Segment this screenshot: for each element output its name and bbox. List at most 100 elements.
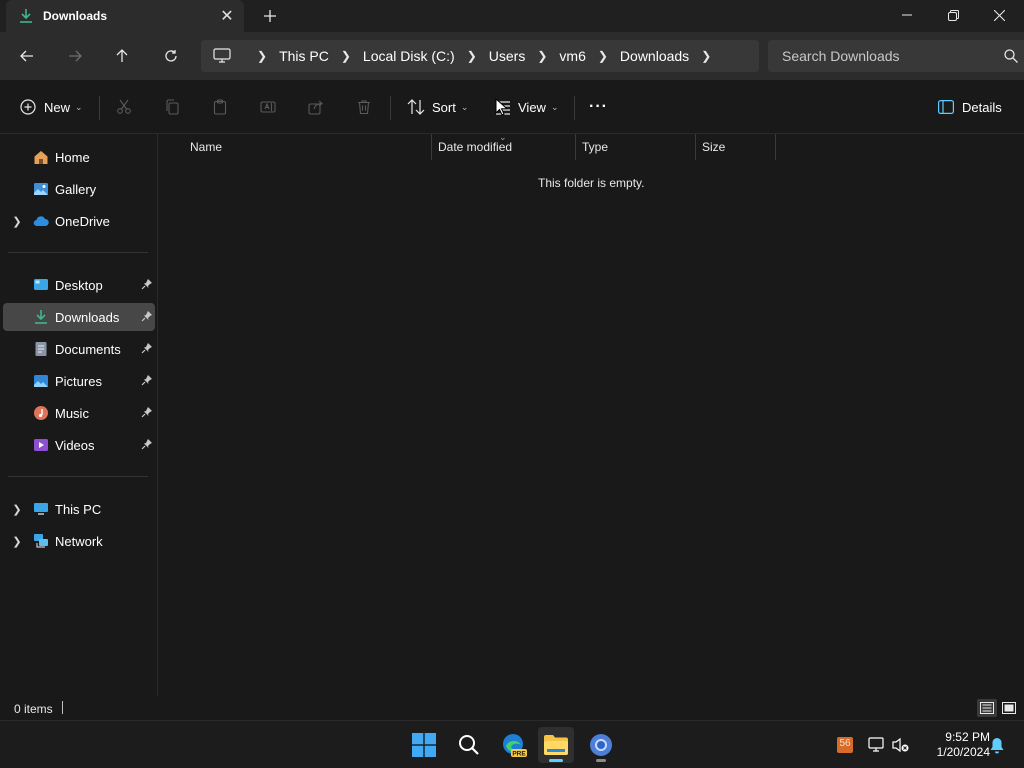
pin-icon[interactable] — [141, 310, 153, 322]
chevron-right-icon[interactable]: ❯ — [11, 535, 23, 548]
column-label: Size — [702, 140, 726, 154]
divider — [390, 96, 391, 120]
nav-item-this-pc[interactable]: ❯ This PC — [3, 495, 155, 523]
arrow-up-icon — [116, 49, 128, 62]
paste-button[interactable] — [212, 94, 228, 120]
document-icon — [35, 342, 47, 356]
divider — [8, 252, 148, 253]
chevron-right-icon[interactable]: ❯ — [537, 49, 547, 63]
breadcrumb-downloads[interactable]: Downloads — [620, 48, 689, 64]
nav-label: OneDrive — [55, 214, 110, 229]
start-button[interactable] — [406, 727, 442, 763]
column-header-type[interactable]: Type — [576, 134, 696, 160]
more-options-button[interactable]: ··· — [589, 94, 608, 120]
minimize-button[interactable] — [884, 0, 930, 30]
delete-button[interactable] — [356, 94, 372, 120]
speaker-muted-icon — [892, 737, 909, 753]
breadcrumb-users[interactable]: Users — [489, 48, 526, 64]
chevron-right-icon[interactable]: ❯ — [11, 503, 23, 516]
notifications-button[interactable] — [988, 736, 1006, 754]
music-icon — [34, 406, 48, 420]
tiles-view-icon — [1002, 702, 1016, 714]
nav-item-videos[interactable]: Videos — [3, 431, 155, 459]
search-button[interactable] — [451, 727, 487, 763]
up-button[interactable] — [108, 42, 136, 70]
forward-button[interactable] — [61, 42, 89, 70]
taskbar-chrome[interactable] — [583, 727, 619, 763]
gallery-icon — [34, 183, 48, 195]
chevron-right-icon[interactable]: ❯ — [341, 49, 351, 63]
tray-app-icon[interactable]: 56 — [836, 736, 854, 754]
cloud-icon — [33, 216, 49, 227]
column-header-size[interactable]: Size — [696, 134, 776, 160]
address-bar[interactable]: ❯ This PC ❯ Local Disk (C:) ❯ Users ❯ vm… — [201, 40, 759, 72]
close-window-button[interactable] — [976, 0, 1022, 30]
pin-icon[interactable] — [141, 406, 153, 418]
rename-icon — [260, 101, 276, 113]
search-icon[interactable] — [1004, 49, 1018, 63]
cut-button[interactable] — [116, 94, 132, 120]
chevron-right-icon[interactable]: ❯ — [467, 49, 477, 63]
network-status-icon[interactable] — [868, 736, 886, 754]
close-tab-icon[interactable]: ✕ — [218, 7, 236, 25]
plus-icon — [264, 10, 276, 22]
breadcrumb-local-disk[interactable]: Local Disk (C:) — [363, 48, 455, 64]
pin-icon[interactable] — [141, 342, 153, 354]
nav-label: Gallery — [55, 182, 97, 197]
network-icon — [34, 534, 48, 548]
refresh-button[interactable] — [157, 42, 185, 70]
restore-button[interactable] — [930, 0, 976, 30]
nav-item-music[interactable]: Music — [3, 399, 155, 427]
nav-item-gallery[interactable]: Gallery — [3, 175, 155, 203]
nav-label: Videos — [55, 438, 95, 453]
share-icon — [308, 100, 323, 115]
column-header-name[interactable]: Name — [184, 134, 432, 160]
clock-time: 9:52 PM — [945, 730, 990, 744]
computer-icon — [213, 48, 231, 63]
nav-item-desktop[interactable]: Desktop — [3, 271, 155, 299]
view-label: View — [518, 99, 546, 115]
download-icon — [20, 9, 32, 23]
status-bar: 0 items — [0, 696, 1024, 720]
chevron-right-icon[interactable]: ❯ — [11, 215, 23, 228]
taskbar: PRE 56 9:52 PM 1/20/2024 — [0, 720, 1024, 768]
nav-item-network[interactable]: ❯ Network — [3, 527, 155, 555]
pin-icon[interactable] — [141, 278, 153, 290]
tab-downloads[interactable]: Downloads ✕ — [6, 0, 244, 32]
divider — [574, 96, 575, 120]
close-icon — [993, 9, 1005, 21]
clock[interactable]: 9:52 PM 1/20/2024 — [918, 730, 990, 760]
nav-item-documents[interactable]: Documents — [3, 335, 155, 363]
new-tab-button[interactable] — [260, 6, 280, 26]
share-button[interactable] — [308, 94, 324, 120]
search-input[interactable] — [768, 40, 998, 72]
new-button[interactable]: New ⌄ — [20, 94, 83, 120]
nav-item-onedrive[interactable]: ❯ OneDrive — [3, 207, 155, 235]
chevron-right-icon[interactable]: ❯ — [701, 49, 711, 63]
details-view-button[interactable] — [977, 699, 997, 717]
taskbar-edge-preview[interactable]: PRE — [496, 727, 532, 763]
back-button[interactable] — [13, 42, 41, 70]
nav-item-home[interactable]: Home — [3, 143, 155, 171]
clock-date: 1/20/2024 — [936, 745, 990, 759]
copy-icon — [166, 99, 179, 115]
nav-item-pictures[interactable]: Pictures — [3, 367, 155, 395]
bell-icon — [990, 737, 1004, 753]
nav-item-downloads[interactable]: Downloads — [3, 303, 155, 331]
sort-icon — [407, 99, 425, 115]
breadcrumb-vm6[interactable]: vm6 — [559, 48, 585, 64]
breadcrumb-this-pc[interactable]: This PC — [279, 48, 329, 64]
divider — [62, 701, 63, 714]
taskbar-file-explorer[interactable] — [538, 727, 574, 763]
sort-button[interactable]: Sort ⌄ — [407, 94, 468, 120]
chevron-right-icon[interactable]: ❯ — [598, 49, 608, 63]
rename-button[interactable] — [260, 94, 276, 120]
pin-icon[interactable] — [141, 374, 153, 386]
chevron-right-icon[interactable]: ❯ — [257, 49, 267, 63]
volume-muted-icon[interactable] — [892, 736, 910, 754]
pin-icon[interactable] — [141, 438, 153, 450]
large-icons-view-button[interactable] — [999, 699, 1019, 717]
details-pane-button[interactable]: Details — [938, 94, 1002, 120]
divider — [8, 476, 148, 477]
copy-button[interactable] — [164, 94, 180, 120]
